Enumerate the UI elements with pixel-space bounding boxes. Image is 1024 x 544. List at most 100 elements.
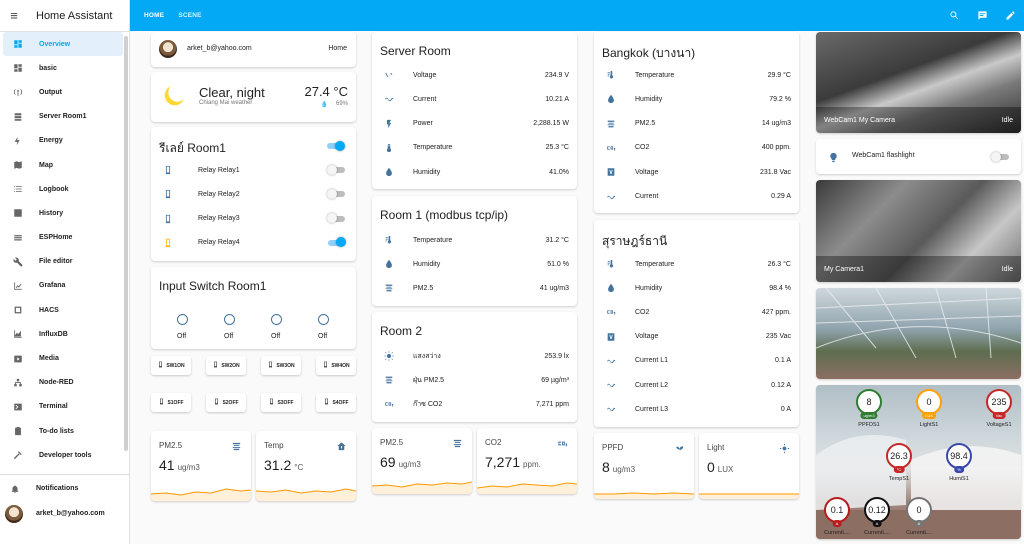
relay-toggle[interactable] — [327, 188, 345, 199]
sensor-card-pm25[interactable]: PM2.5 69 ug/m3 — [372, 428, 472, 494]
sensor-card-ppfd[interactable]: PPFD 8 ug/m3 — [594, 433, 694, 499]
relay-master-toggle[interactable] — [327, 140, 345, 151]
entity-row[interactable]: ก๊าซ CO2 7,271 ppm — [372, 392, 577, 416]
entity-row[interactable]: Current L1 0.1 A — [594, 349, 799, 373]
entity-row[interactable]: Power 2,288.15 W — [372, 112, 577, 136]
entity-row[interactable]: Humidity 79.2 % — [594, 87, 799, 111]
sidebar-item-to-do-lists[interactable]: To-do lists — [3, 419, 123, 443]
sensor-badge[interactable]: 0.1 A — [824, 497, 850, 527]
sensor-card-pm25[interactable]: PM2.5 41 ug/m3 — [151, 431, 251, 501]
sidebar-item-influxdb[interactable]: InfluxDB — [3, 322, 123, 346]
sensor-name: PM2.5 — [159, 441, 183, 450]
entity-row[interactable]: PM2.5 14 ug/m3 — [594, 112, 799, 136]
sensor-badge[interactable]: 8 ug/m3 — [856, 389, 882, 419]
sensor-badge[interactable]: 0 LUX — [916, 389, 942, 419]
assist-icon[interactable] — [968, 10, 996, 21]
sensor-card-co2[interactable]: CO2 7,271 ppm. — [477, 428, 577, 494]
entity-row[interactable]: Current L2 0.12 A — [594, 373, 799, 397]
sidebar-item-basic[interactable]: basic — [3, 56, 123, 80]
switch-button-s1off[interactable]: S1OFF — [151, 393, 191, 412]
badge-value: 8 — [866, 397, 872, 407]
badge-unit: °C — [893, 466, 905, 473]
webcam2-card[interactable]: My Camera1 Idle — [816, 180, 1021, 282]
relay-toggle[interactable] — [327, 164, 345, 175]
sensor-badge[interactable]: 0A — [906, 497, 932, 527]
entity-row[interactable]: Temperature 29.9 °C — [594, 63, 799, 87]
entity-row[interactable]: Voltage 231.8 Vac — [594, 160, 799, 184]
sidebar-scrollbar[interactable] — [124, 36, 128, 451]
sidebar-item-node-red[interactable]: Node-RED — [3, 371, 123, 395]
entity-row[interactable]: แสงสว่าง 253.9 lx — [372, 344, 577, 368]
sidebar-item-server-room1[interactable]: Server Room1 — [3, 105, 123, 129]
entity-row[interactable]: Current L3 0 A — [594, 397, 799, 421]
greenhouse-picture-card[interactable] — [816, 288, 1021, 379]
switch-button-s2off[interactable]: S2OFF — [206, 393, 246, 412]
entity-row[interactable]: CO2 400 ppm. — [594, 136, 799, 160]
relay-row[interactable]: Relay Relay4 — [151, 231, 356, 255]
sensor-card-temp[interactable]: Temp 31.2 °C — [256, 431, 356, 501]
input-switch-indicator[interactable] — [271, 314, 282, 325]
switch-button-sw3on[interactable]: SW3ON — [261, 356, 301, 375]
profile-card[interactable]: arket_b@yahoo.com Home — [151, 32, 356, 67]
entity-row[interactable]: Current 10.21 A — [372, 87, 577, 111]
menu-collapse-icon[interactable]: ≡ — [0, 8, 28, 23]
entity-label: CO2 — [635, 144, 650, 152]
webcam1-card[interactable]: WebCam1 My Camera Idle — [816, 32, 1021, 133]
sensor-badge[interactable]: 26.3 °C — [886, 443, 912, 473]
relay-row[interactable]: Relay Relay1 — [151, 158, 356, 182]
sidebar-item-developer-tools[interactable]: Developer tools — [3, 443, 123, 467]
input-switch-indicator[interactable] — [177, 314, 188, 325]
sidebar-item-hacs[interactable]: HACS — [3, 298, 123, 322]
relay-row[interactable]: Relay Relay2 — [151, 182, 356, 206]
sidebar-item-energy[interactable]: Energy — [3, 129, 123, 153]
entity-row[interactable]: PM2.5 41 ug/m3 — [372, 276, 577, 300]
entity-row[interactable]: Humidity 41.0% — [372, 160, 577, 184]
sidebar-item-history[interactable]: History — [3, 201, 123, 225]
sensor-card-light[interactable]: Light 0 LUX — [699, 433, 799, 499]
switch-button-sw1on[interactable]: SW1ON — [151, 356, 191, 375]
entity-row[interactable]: Current 0.29 A — [594, 185, 799, 209]
tab-home[interactable]: HOME — [144, 12, 164, 19]
sidebar-item-file-editor[interactable]: File editor — [3, 250, 123, 274]
input-switch-indicator[interactable] — [318, 314, 329, 325]
sidebar-item-esphome[interactable]: ESPHome — [3, 226, 123, 250]
switch-button-sw2on[interactable]: SW2ON — [206, 356, 246, 375]
entity-row[interactable]: Temperature 31.2 °C — [372, 228, 577, 252]
sidebar-item-output[interactable]: Output — [3, 80, 123, 104]
switch-button-s3off[interactable]: S3OFF — [261, 393, 301, 412]
entity-row[interactable]: Temperature 25.3 °C — [372, 136, 577, 160]
relay-row[interactable]: Relay Relay3 — [151, 207, 356, 231]
sidebar-item-media[interactable]: Media — [3, 346, 123, 370]
search-icon[interactable] — [940, 10, 968, 21]
sidebar-item-notifications[interactable]: Notifications — [0, 477, 129, 500]
flashlight-toggle[interactable] — [991, 151, 1009, 162]
sidebar-item-map[interactable]: Map — [3, 153, 123, 177]
input-switch-indicator[interactable] — [224, 314, 235, 325]
sensor-value-wrap: 41 ug/m3 — [159, 457, 200, 473]
entity-row[interactable]: Voltage 234.9 V — [372, 63, 577, 87]
entity-row[interactable]: Voltage 235 Vac — [594, 325, 799, 349]
entity-row[interactable]: CO2 427 ppm. — [594, 300, 799, 324]
sidebar-item-logbook[interactable]: Logbook — [3, 177, 123, 201]
sensor-badge[interactable]: 98.4% — [946, 443, 972, 473]
sidebar-item-terminal[interactable]: Terminal — [3, 395, 123, 419]
entity-row[interactable]: Humidity 98.4 % — [594, 276, 799, 300]
entity-row[interactable]: Humidity 51.0 % — [372, 252, 577, 276]
sidebar-item-overview[interactable]: Overview — [3, 32, 123, 57]
switch-button-s4off[interactable]: S4OFF — [316, 393, 356, 412]
entity-row[interactable]: ฝุ่น PM2.5 69 µg/m³ — [372, 368, 577, 392]
relay-toggle[interactable] — [327, 213, 345, 224]
sidebar-item-user[interactable]: arket_b@yahoo.com — [0, 502, 129, 525]
sidebar-item-grafana[interactable]: Grafana — [3, 274, 123, 298]
weather-card[interactable]: Clear, night Chiang Mai weather 27.4 °C … — [151, 72, 356, 122]
sensor-name: PM2.5 — [380, 438, 404, 447]
switch-button-sw4on[interactable]: SW4ON — [316, 356, 356, 375]
tab-scene[interactable]: SCENE — [178, 12, 201, 19]
sensor-badge[interactable]: 235 Vac — [986, 389, 1012, 419]
entity-row[interactable]: Temperature 26.3 °C — [594, 252, 799, 276]
relay-toggle[interactable] — [328, 237, 346, 248]
current-ac-icon — [599, 404, 623, 414]
sensor-badge[interactable]: 0.12 A — [864, 497, 890, 527]
badge-label: LightS1 — [919, 422, 939, 428]
edit-pencil-icon[interactable] — [996, 10, 1024, 21]
